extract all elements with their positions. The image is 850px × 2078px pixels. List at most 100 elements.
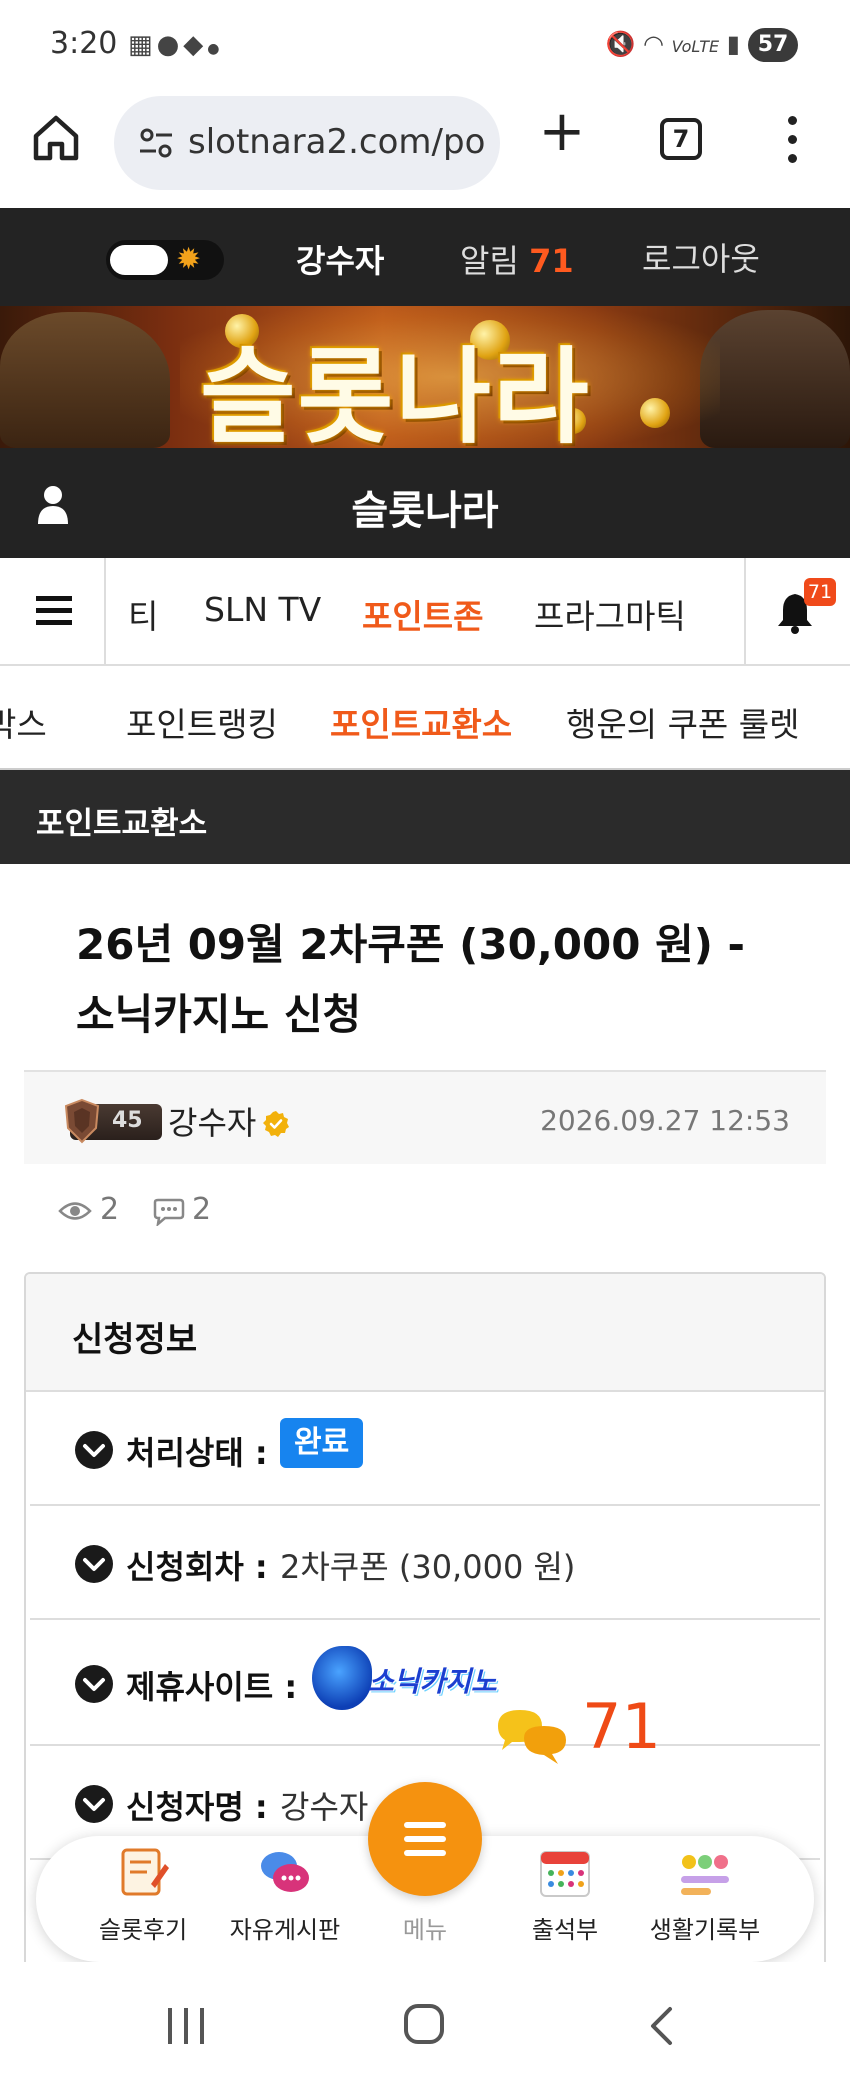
battery-indicator: 57: [748, 28, 798, 62]
recent-apps-icon[interactable]: [166, 2008, 206, 2044]
dock-item-attendance[interactable]: 출석부: [500, 1844, 630, 1945]
panel-title: 신청정보: [72, 1320, 198, 1360]
dock-label: 출석부: [531, 1916, 599, 1944]
subnav-item-box[interactable]: 박스: [0, 698, 47, 746]
info-value: 강수자: [280, 1788, 369, 1826]
toggle-knob: [110, 245, 168, 275]
sub-nav: 박스 포인트랭킹 포인트교환소 행운의 쿠폰 룰렛: [0, 666, 850, 770]
review-icon: [115, 1844, 171, 1900]
theme-toggle[interactable]: ✹: [106, 240, 224, 280]
dock-item-review[interactable]: 슬롯후기: [78, 1844, 208, 1945]
status-system-icons: 🔇 ◠ VoLTE ▮: [606, 30, 741, 58]
signal-icon: ▮: [726, 30, 740, 58]
calendar-icon: ▦: [128, 30, 157, 60]
alarm-count: 71: [529, 242, 574, 280]
system-nav-bar: [0, 1962, 850, 2078]
new-tab-button[interactable]: +: [538, 104, 586, 160]
address-bar[interactable]: slotnara2.com/po: [114, 96, 500, 190]
partner-logo-text: 소닉카지노: [368, 1665, 497, 1698]
main-nav: 티 SLN TV 포인트존 프라그마틱 71: [0, 558, 850, 666]
info-row-round: 신청회차 : 2차쿠폰 (30,000 원): [30, 1508, 820, 1620]
post-date: 2026.09.27 12:53: [540, 1104, 790, 1137]
info-label: 처리상태 :: [126, 1434, 268, 1472]
coin-icon: [640, 398, 670, 428]
nav-item[interactable]: 티: [128, 590, 158, 638]
banner-character-right: [700, 310, 850, 448]
chat-count: 71: [582, 1690, 661, 1763]
site-header: 슬롯나라: [0, 448, 850, 558]
status-badge: 완료: [280, 1418, 364, 1468]
alarm-link[interactable]: 알림 71: [460, 236, 574, 282]
notification-bell-button[interactable]: 71: [744, 558, 850, 664]
sun-icon: ✹: [176, 242, 202, 277]
dock-label: 생활기록부: [649, 1916, 761, 1944]
shield-icon: [64, 1098, 100, 1144]
dock-label: 슬롯후기: [98, 1916, 188, 1944]
subnav-item-coupon-roulette[interactable]: 행운의 쿠폰 룰렛: [566, 698, 800, 746]
banner-logo-text: 슬롯나라: [200, 336, 591, 448]
dock-label: 메뉴: [402, 1916, 448, 1944]
calendar-icon: [537, 1844, 593, 1900]
subnav-item-point-exchange[interactable]: 포인트교환소: [330, 698, 512, 746]
site-top-bar: ✹ 강수자 알림 71 로그아웃: [0, 208, 850, 306]
verified-icon: [263, 1111, 289, 1137]
tab-switcher-button[interactable]: 7: [660, 118, 702, 160]
banner-character-left: [0, 312, 170, 448]
mute-icon: 🔇: [605, 30, 636, 58]
home-icon[interactable]: [30, 112, 82, 164]
site-banner[interactable]: 슬롯나라: [0, 306, 850, 448]
status-time: 3:20: [50, 26, 118, 61]
status-bar: 3:20 ▦●◆● 🔇 ◠ VoLTE ▮ 57: [0, 0, 850, 86]
dock-label: 자유게시판: [229, 1916, 341, 1944]
chat-bubbles-icon: [498, 1710, 566, 1764]
chevron-circle-icon: [75, 1431, 113, 1469]
nav-item-sln-tv[interactable]: SLN TV: [204, 590, 321, 629]
alarm-label: 알림: [460, 242, 519, 280]
url-text: slotnara2.com/po: [188, 122, 486, 162]
site-title[interactable]: 슬롯나라: [0, 478, 850, 536]
more-menu-icon[interactable]: [784, 116, 800, 164]
comment-icon: [153, 1198, 185, 1226]
hamburger-menu-icon[interactable]: [0, 558, 106, 664]
post-meta: 45 강수자 2026.09.27 12:53: [24, 1070, 826, 1164]
level-badge: 45: [64, 1098, 162, 1144]
post-title: 26년 09월 2차쿠폰 (30,000 원) - 소닉카지노 신청: [76, 920, 745, 1039]
bell-count-badge: 71: [804, 578, 836, 606]
sonic-mascot-icon: [312, 1646, 372, 1710]
chat-float-button[interactable]: 71: [494, 1690, 674, 1770]
site-settings-icon[interactable]: [138, 126, 174, 160]
dock-item-free-board[interactable]: 자유게시판: [220, 1844, 350, 1945]
menu-icon[interactable]: [368, 1782, 482, 1896]
chat-bubbles-icon: [257, 1844, 313, 1900]
view-count: 2: [100, 1192, 120, 1227]
back-icon[interactable]: [648, 2006, 674, 2046]
board-heading: 포인트교환소: [0, 770, 850, 864]
status-notification-icons: ▦●◆●: [128, 30, 223, 60]
eye-icon: [58, 1202, 92, 1220]
chevron-circle-icon: [75, 1785, 113, 1823]
nav-item-point-zone[interactable]: 포인트존: [362, 590, 483, 638]
info-value: 2차쿠폰 (30,000 원): [280, 1548, 576, 1586]
volte-icon: VoLTE: [671, 37, 720, 56]
app-icon: ◆: [183, 30, 208, 60]
author-name[interactable]: 강수자: [168, 1098, 256, 1144]
wifi-icon: ◠: [643, 30, 664, 58]
chevron-circle-icon: [75, 1545, 113, 1583]
emoji-record-icon: [677, 1844, 733, 1900]
info-row-partner: 제휴사이트 : 소닉카지노: [30, 1622, 820, 1746]
nav-item-pragmatic[interactable]: 프라그마틱: [534, 590, 686, 638]
chevron-circle-icon: [75, 1665, 113, 1703]
subnav-item-point-ranking[interactable]: 포인트랭킹: [126, 698, 278, 746]
logout-link[interactable]: 로그아웃: [642, 234, 760, 280]
message-icon: ●: [156, 30, 184, 60]
username-link[interactable]: 강수자: [296, 236, 384, 282]
dock-item-life-record[interactable]: 생활기록부: [640, 1844, 770, 1945]
partner-logo: 소닉카지노: [312, 1642, 512, 1714]
panel-header: 신청정보: [26, 1274, 824, 1392]
comment-count: 2: [192, 1192, 212, 1227]
info-label: 신청회차 :: [126, 1548, 268, 1586]
dot-icon: ●: [207, 41, 224, 57]
board-title: 포인트교환소: [36, 806, 208, 842]
info-row-status: 처리상태 : 완료: [30, 1394, 820, 1506]
system-home-icon[interactable]: [404, 2004, 444, 2044]
